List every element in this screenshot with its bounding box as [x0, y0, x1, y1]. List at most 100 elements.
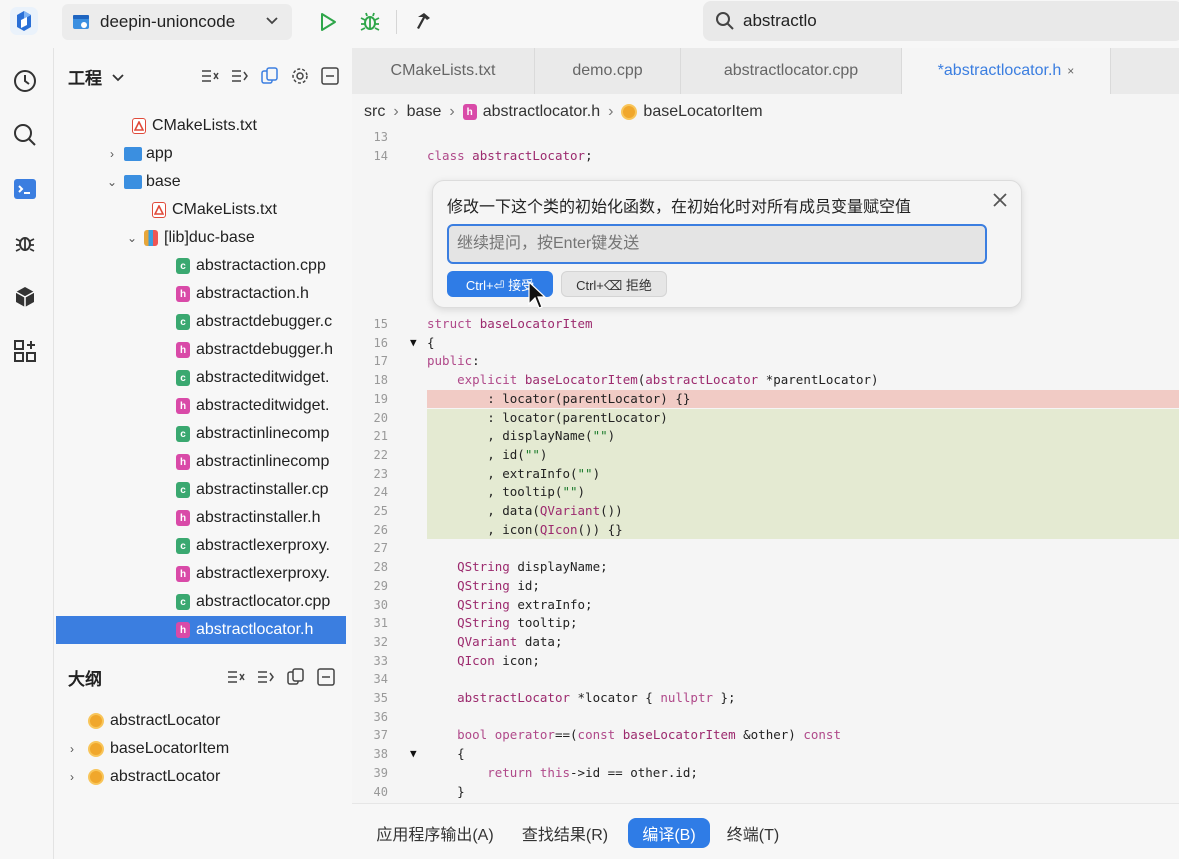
- cpp-file-icon: c: [176, 594, 190, 610]
- code-line: 13: [352, 128, 1179, 147]
- chevron-right-icon: ›: [608, 103, 614, 120]
- bottom-tab[interactable]: 查找结果(R): [515, 818, 615, 848]
- tree-item[interactable]: h abstracteditwidget.: [56, 392, 346, 420]
- extensions-grid-icon[interactable]: [12, 338, 38, 364]
- header-file-icon: h: [176, 566, 190, 582]
- tree-item[interactable]: c abstractaction.cpp: [56, 252, 346, 280]
- chevron-down-icon[interactable]: ⌄: [126, 231, 138, 245]
- tree-item[interactable]: › app: [56, 140, 346, 168]
- search-icon[interactable]: [12, 122, 38, 148]
- tree-item[interactable]: c abstractlexerproxy.: [56, 532, 346, 560]
- locate-symbol-icon[interactable]: [286, 667, 306, 687]
- header-file-icon: h: [176, 286, 190, 302]
- cpp-file-icon: c: [176, 538, 190, 554]
- tree-item-label: abstractinstaller.cp: [196, 481, 329, 498]
- editor-code-icon[interactable]: [12, 176, 38, 202]
- chevron-right-icon[interactable]: ›: [62, 770, 82, 784]
- line-number: 37: [373, 728, 388, 743]
- history-clock-icon[interactable]: [12, 68, 38, 94]
- folder-icon: [124, 175, 142, 189]
- line-number: 40: [373, 784, 388, 799]
- build-hammer-icon[interactable]: [412, 9, 438, 35]
- breadcrumb-item[interactable]: src: [364, 103, 385, 121]
- locate-file-icon[interactable]: [260, 66, 280, 86]
- chevron-right-icon[interactable]: ›: [106, 147, 118, 161]
- editor-tab[interactable]: abstractlocator.cpp: [681, 48, 902, 94]
- chevron-right-icon: ›: [449, 103, 455, 120]
- tree-item[interactable]: c abstractinlinecomp: [56, 420, 346, 448]
- outline-item[interactable]: abstractLocator: [56, 707, 346, 735]
- tree-item[interactable]: h abstractlexerproxy.: [56, 560, 346, 588]
- line-number: 19: [373, 391, 388, 406]
- tree-item[interactable]: h abstractinlinecomp: [56, 448, 346, 476]
- ai-followup-input[interactable]: [447, 224, 987, 264]
- breadcrumb-item[interactable]: baseLocatorItem: [643, 103, 762, 121]
- tree-item[interactable]: h abstractaction.h: [56, 280, 346, 308]
- search-box[interactable]: abstractlo: [703, 1, 1179, 41]
- editor-tab-label: abstractlocator.cpp: [723, 62, 859, 79]
- class-symbol-icon: [621, 104, 638, 120]
- tree-item[interactable]: ⌄ [lib]duc-base: [56, 224, 346, 252]
- chevron-down-icon: [266, 17, 278, 25]
- tree-item[interactable]: c abstracteditwidget.: [56, 364, 346, 392]
- line-number: 15: [373, 317, 388, 331]
- debug-icon[interactable]: [357, 9, 383, 35]
- expand-all-icon[interactable]: [230, 66, 250, 86]
- expand-all-icon[interactable]: [256, 667, 276, 687]
- line-number: 31: [373, 616, 388, 631]
- code-line: 17 public:: [352, 352, 1179, 371]
- tree-item[interactable]: h abstractdebugger.h: [56, 336, 346, 364]
- breadcrumb-item[interactable]: abstractlocator.h: [483, 103, 600, 121]
- tree-item[interactable]: c abstractinstaller.cp: [56, 476, 346, 504]
- tree-item[interactable]: c abstractdebugger.c: [56, 308, 346, 336]
- chevron-down-icon[interactable]: ⌄: [106, 175, 118, 189]
- chevron-right-icon[interactable]: ›: [62, 742, 82, 756]
- close-icon[interactable]: ×: [1067, 64, 1074, 78]
- editor-tab[interactable]: CMakeLists.txt: [352, 48, 535, 94]
- code-line: 14 class abstractLocator;: [352, 147, 1179, 166]
- tree-item-label: app: [146, 145, 173, 162]
- tree-item-label: abstracteditwidget.: [196, 369, 330, 386]
- tree-item[interactable]: CMakeLists.txt: [56, 196, 346, 224]
- editor-tab-label: *abstractlocator.h: [937, 62, 1062, 79]
- tree-item-label: abstracteditwidget.: [196, 397, 330, 414]
- settings-gear-icon[interactable]: [290, 66, 310, 86]
- fold-toggle-icon[interactable]: ▼: [410, 334, 417, 353]
- fold-toggle-icon[interactable]: ▼: [410, 745, 417, 764]
- outline-item[interactable]: › baseLocatorItem: [56, 735, 346, 763]
- code-line: 38 ▼ {: [352, 745, 1179, 764]
- code-line: 31 QString tooltip;: [352, 614, 1179, 633]
- tree-item[interactable]: c abstractlocator.cpp: [56, 588, 346, 616]
- code-line: 21 , displayName(""): [374, 427, 1179, 446]
- collapse-all-icon[interactable]: [226, 667, 246, 687]
- debug-bug-icon[interactable]: [12, 230, 38, 256]
- collapse-panel-icon[interactable]: [316, 667, 336, 687]
- editor-tab[interactable]: *abstractlocator.h ×: [902, 48, 1111, 94]
- project-selector[interactable]: deepin-unioncode: [62, 4, 292, 40]
- tree-item[interactable]: ⌄ base: [56, 168, 346, 196]
- project-panel-title[interactable]: 工程: [68, 64, 125, 89]
- close-icon[interactable]: [991, 191, 1009, 209]
- bottom-tab[interactable]: 编译(B): [628, 818, 710, 848]
- breadcrumb-item[interactable]: base: [407, 103, 442, 121]
- code-line: 30 QString extraInfo;: [352, 596, 1179, 615]
- tree-item[interactable]: CMakeLists.txt: [56, 112, 346, 140]
- run-icon[interactable]: [315, 9, 341, 35]
- tree-item[interactable]: h abstractlocator.h: [56, 616, 346, 644]
- collapse-panel-icon[interactable]: [320, 66, 340, 86]
- tree-item[interactable]: h abstractinstaller.h: [56, 504, 346, 532]
- code-text: , extraInfo(""): [427, 465, 601, 481]
- line-number: 38: [373, 747, 388, 762]
- editor-tab[interactable]: demo.cpp: [535, 48, 681, 94]
- code-line: 15 struct baseLocatorItem: [352, 315, 1179, 334]
- reject-button[interactable]: Ctrl+⌫ 拒绝: [561, 271, 667, 297]
- package-cube-icon[interactable]: [12, 284, 38, 310]
- line-number: 26: [373, 522, 388, 537]
- collapse-all-icon[interactable]: [200, 66, 220, 86]
- bottom-tab[interactable]: 应用程序输出(A): [372, 818, 498, 848]
- project-icon: [73, 15, 89, 29]
- outline-item[interactable]: › abstractLocator: [56, 763, 346, 791]
- app-logo-icon[interactable]: [8, 5, 40, 37]
- line-number: 17: [373, 354, 388, 369]
- bottom-tab[interactable]: 终端(T): [716, 818, 790, 848]
